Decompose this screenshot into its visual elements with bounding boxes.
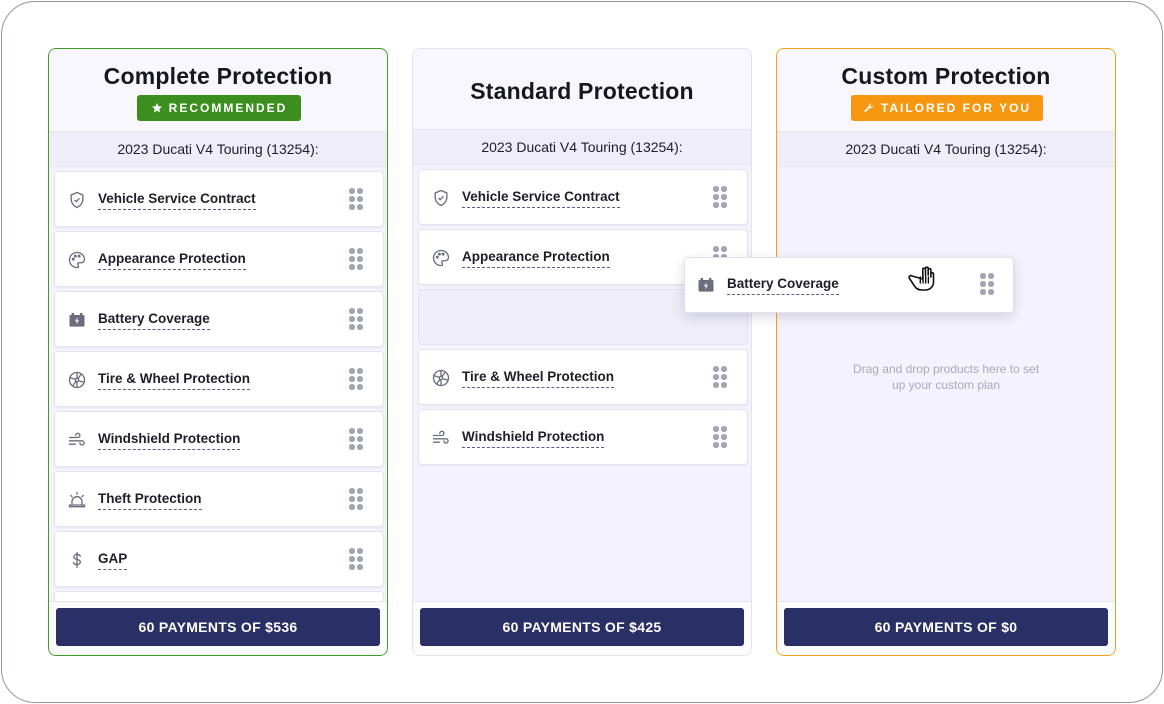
palette-icon [431, 248, 451, 268]
product-label[interactable]: Vehicle Service Contract [462, 189, 620, 208]
badge-label: RECOMMENDED [168, 101, 288, 115]
badge-label: TAILORED FOR YOU [880, 101, 1032, 115]
plan-title: Complete Protection [103, 63, 333, 89]
tailored-badge: TAILORED FOR YOU [851, 95, 1043, 121]
battery-icon [67, 310, 87, 330]
product-item-windshield-protection[interactable]: Windshield Protection [418, 409, 748, 465]
product-label[interactable]: Windshield Protection [98, 431, 241, 450]
product-item-tire-wheel-protection[interactable]: Tire & Wheel Protection [418, 349, 748, 405]
vehicle-label: 2023 Ducati V4 Touring (13254): [777, 131, 1115, 167]
plan-card-custom: Custom Protection TAILORED FOR YOU 2023 … [776, 48, 1116, 656]
shield-check-icon [431, 188, 451, 208]
card-footer: 60 PAYMENTS OF $0 [777, 601, 1115, 655]
product-item-battery-coverage[interactable]: Battery Coverage [54, 291, 384, 347]
payment-button-standard[interactable]: 60 PAYMENTS OF $425 [420, 608, 744, 646]
battery-icon [696, 275, 716, 295]
drop-zone-hint: Drag and drop products here to set up yo… [852, 362, 1040, 392]
product-label[interactable]: Battery Coverage [98, 311, 210, 330]
drag-handle-icon[interactable] [349, 248, 363, 270]
product-item-gap[interactable]: GAP [54, 531, 384, 587]
product-item-theft-protection[interactable]: Theft Protection [54, 471, 384, 527]
product-label[interactable]: Tire & Wheel Protection [98, 371, 251, 390]
dragging-item-content[interactable]: Battery Coverage [684, 257, 1014, 313]
card-header: Custom Protection TAILORED FOR YOU [777, 49, 1115, 131]
recommended-badge: RECOMMENDED [137, 95, 301, 121]
product-label[interactable]: Theft Protection [98, 491, 202, 510]
alarm-icon [67, 490, 87, 510]
vehicle-label: 2023 Ducati V4 Touring (13254): [413, 129, 751, 165]
vehicle-label: 2023 Ducati V4 Touring (13254): [49, 131, 387, 167]
product-item-vehicle-service-contract[interactable]: Vehicle Service Contract [418, 169, 748, 225]
product-item-tire-wheel-protection[interactable]: Tire & Wheel Protection [54, 351, 384, 407]
drag-handle-icon[interactable] [349, 368, 363, 390]
wheel-icon [431, 368, 451, 388]
card-header: Complete Protection RECOMMENDED [49, 49, 387, 131]
product-item-appearance-protection[interactable]: Appearance Protection [54, 231, 384, 287]
drag-handle-icon[interactable] [349, 488, 363, 510]
dollar-icon [67, 550, 87, 570]
drag-handle-icon[interactable] [349, 548, 363, 570]
drag-handle-icon[interactable] [349, 188, 363, 210]
drag-handle-icon[interactable] [713, 366, 727, 388]
dragging-product-item[interactable]: Battery Coverage [684, 257, 1014, 313]
product-label[interactable]: Windshield Protection [462, 429, 605, 448]
product-item-windshield-protection[interactable]: Windshield Protection [54, 411, 384, 467]
payment-button-complete[interactable]: 60 PAYMENTS OF $536 [56, 608, 380, 646]
product-item-vehicle-service-contract[interactable]: Vehicle Service Contract [54, 171, 384, 227]
wind-icon [67, 430, 87, 450]
product-label[interactable]: Vehicle Service Contract [98, 191, 256, 210]
plan-card-complete: Complete Protection RECOMMENDED 2023 Duc… [48, 48, 388, 656]
drag-handle-icon[interactable] [349, 428, 363, 450]
wheel-icon [67, 370, 87, 390]
plan-card-standard: Standard Protection 2023 Ducati V4 Touri… [412, 48, 752, 656]
card-footer: 60 PAYMENTS OF $536 [49, 601, 387, 655]
shield-check-icon [67, 190, 87, 210]
drag-handle-icon[interactable] [349, 308, 363, 330]
drag-handle-icon[interactable] [713, 426, 727, 448]
palette-icon [67, 250, 87, 270]
plan-title: Custom Protection [841, 63, 1051, 89]
card-footer: 60 PAYMENTS OF $425 [413, 601, 751, 655]
product-label[interactable]: Appearance Protection [462, 249, 610, 268]
payment-button-custom[interactable]: 60 PAYMENTS OF $0 [784, 608, 1108, 646]
wrench-icon [864, 103, 874, 112]
card-header: Standard Protection [413, 49, 751, 131]
wind-icon [431, 428, 451, 448]
drag-handle-icon[interactable] [980, 273, 994, 295]
product-label[interactable]: Tire & Wheel Protection [462, 369, 615, 388]
product-label[interactable]: GAP [98, 551, 128, 570]
product-label[interactable]: Appearance Protection [98, 251, 246, 270]
plan-title: Standard Protection [470, 78, 694, 104]
product-label[interactable]: Battery Coverage [727, 276, 839, 295]
star-icon [151, 103, 162, 113]
drag-handle-icon[interactable] [713, 186, 727, 208]
grab-cursor-icon [908, 266, 935, 291]
